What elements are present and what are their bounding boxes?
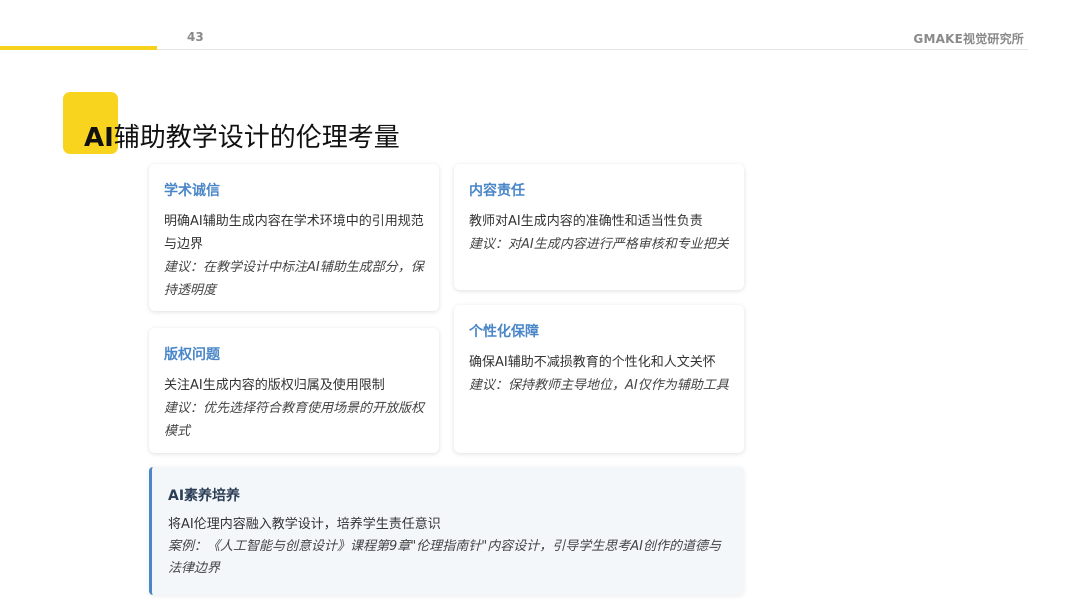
card-title: 内容责任 <box>469 183 525 199</box>
card-body: 确保AI辅助不减损教育的个性化和人文关怀 <box>469 355 716 370</box>
card-suggestion: 建议：保持教师主导地位，AI仅作为辅助工具 <box>469 378 729 393</box>
slide-title-ai: AI <box>84 123 114 153</box>
card-title: 版权问题 <box>164 347 220 363</box>
card-ai-literacy: AI素养培养 将AI伦理内容融入教学设计，培养学生责任意识 案例：《人工智能与创… <box>149 467 744 595</box>
slide-title-rest: 辅助教学设计的伦理考量 <box>113 123 400 153</box>
header-accent-bar <box>0 46 157 50</box>
slide-title: AI辅助教学设计的伦理考量 <box>84 117 400 154</box>
card-personalization: 个性化保障 确保AI辅助不减损教育的个性化和人文关怀 建议：保持教师主导地位，A… <box>454 305 744 453</box>
card-copyright: 版权问题 关注AI生成内容的版权归属及使用限制 建议：优先选择符合教育使用场景的… <box>149 328 439 453</box>
card-body: 将AI伦理内容融入教学设计，培养学生责任意识 <box>168 517 441 532</box>
card-content-responsibility: 内容责任 教师对AI生成内容的准确性和适当性负责 建议：对AI生成内容进行严格审… <box>454 164 744 290</box>
card-suggestion: 建议：优先选择符合教育使用场景的开放版权模式 <box>164 401 425 439</box>
card-title: 学术诚信 <box>164 183 220 199</box>
card-case: 案例：《人工智能与创意设计》课程第9章"伦理指南针"内容设计，引导学生思考AI创… <box>168 539 721 576</box>
page-number: 43 <box>187 30 204 44</box>
card-body: 明确AI辅助生成内容在学术环境中的引用规范与边界 <box>164 214 424 252</box>
card-body: 教师对AI生成内容的准确性和适当性负责 <box>469 214 703 229</box>
card-suggestion: 建议：对AI生成内容进行严格审核和专业把关 <box>469 237 729 252</box>
card-body: 关注AI生成内容的版权归属及使用限制 <box>164 378 385 393</box>
brand-label: GMAKE视觉研究所 <box>913 32 1024 46</box>
card-title: 个性化保障 <box>469 324 539 340</box>
card-title: AI素养培养 <box>168 488 241 504</box>
card-suggestion: 建议：在教学设计中标注AI辅助生成部分，保持透明度 <box>164 260 424 298</box>
card-academic-integrity: 学术诚信 明确AI辅助生成内容在学术环境中的引用规范与边界 建议：在教学设计中标… <box>149 164 439 311</box>
